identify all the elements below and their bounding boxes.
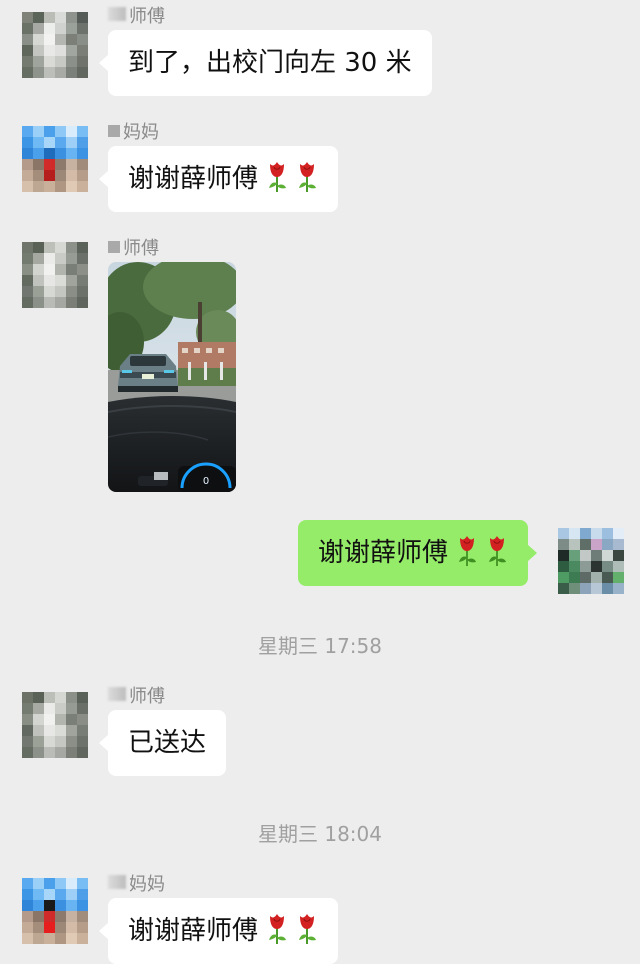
car-photo: 0 <box>108 262 236 492</box>
avatar[interactable] <box>22 126 88 192</box>
sender-name: 妈妈 <box>108 870 165 896</box>
rose-icon <box>269 162 287 192</box>
sender-name: 妈妈 <box>108 118 159 144</box>
message-text: 谢谢薛师傅 <box>128 916 259 946</box>
photo-message[interactable]: 0 <box>108 262 236 492</box>
message-bubble[interactable]: 谢谢薛师傅 <box>98 898 339 964</box>
message-text: 谢谢薛师傅 <box>128 164 259 194</box>
redacted-mark <box>108 241 120 253</box>
message-bubble[interactable]: 谢谢薛师傅 <box>98 146 339 212</box>
sender-name: 师傅 <box>108 234 159 260</box>
rose-icon <box>299 914 317 944</box>
redacted-mark <box>108 7 126 21</box>
timestamp: 星期三 17:58 <box>258 634 382 658</box>
my-avatar[interactable] <box>558 528 624 594</box>
redacted-mark <box>108 125 120 137</box>
svg-text:0: 0 <box>203 476 209 487</box>
message-bubble[interactable]: 谢谢薛师傅 <box>297 520 538 586</box>
avatar[interactable] <box>22 692 88 758</box>
rose-icon <box>299 162 317 192</box>
rose-icon <box>489 536 506 566</box>
redacted-mark <box>108 875 126 889</box>
message-text: 谢谢薛师傅 <box>317 538 448 568</box>
sender-name: 师傅 <box>108 2 165 28</box>
redacted-mark <box>108 687 126 701</box>
timestamp: 星期三 18:04 <box>258 822 382 846</box>
sender-name: 师傅 <box>108 682 165 708</box>
rose-icon <box>269 914 287 944</box>
message-bubble[interactable]: 已送达 <box>98 710 227 776</box>
avatar[interactable] <box>22 878 88 944</box>
message-text: 到了，出校门向左 30 米 <box>128 48 412 78</box>
chat-thread: 师傅 到了，出校门向左 30 米 妈妈 谢谢薛师傅 师傅 0 谢谢薛师傅 星期三… <box>0 0 640 964</box>
rose-icon <box>459 536 476 566</box>
avatar[interactable] <box>22 12 88 78</box>
message-bubble[interactable]: 到了，出校门向左 30 米 <box>99 30 432 96</box>
message-text: 已送达 <box>128 728 207 758</box>
avatar[interactable] <box>22 242 88 308</box>
